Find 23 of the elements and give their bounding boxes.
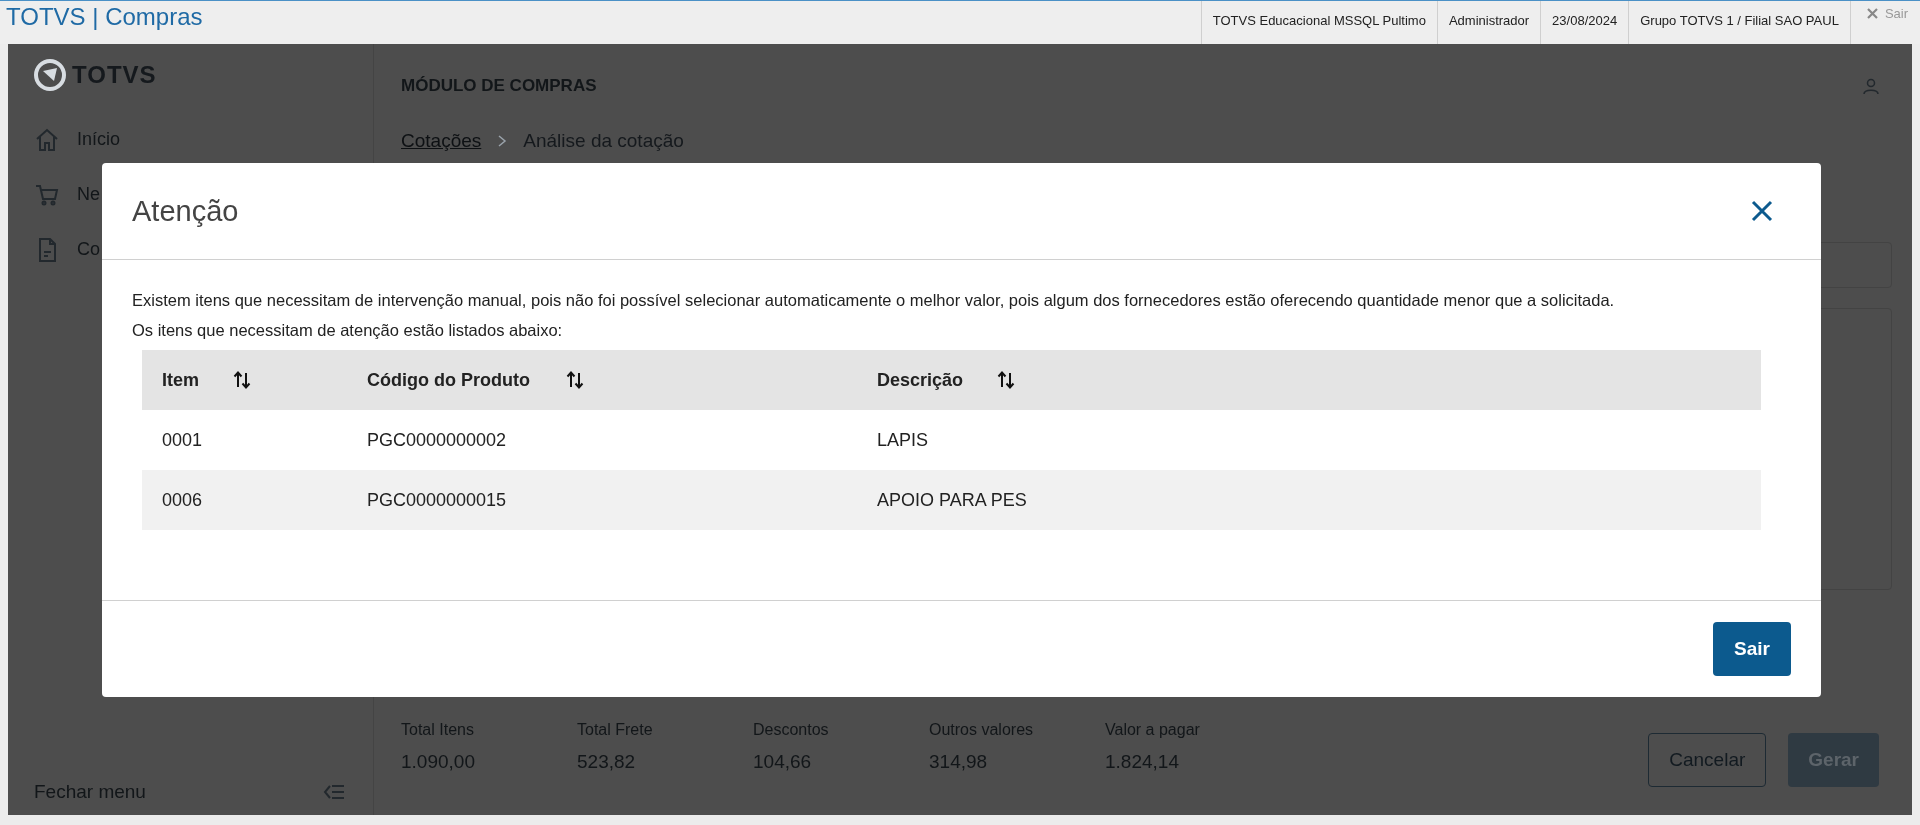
total-label: Descontos bbox=[753, 721, 830, 739]
module-title: MÓDULO DE COMPRAS bbox=[401, 76, 597, 96]
dialog-message: Os itens que necessitam de atenção estão listados abaixo: bbox=[132, 320, 564, 340]
total-value: 104,66 bbox=[753, 751, 813, 773]
total-value: 314,98 bbox=[929, 751, 989, 773]
app-title: TOTVS | Compras bbox=[5, 2, 204, 32]
total-value: 1.090,00 bbox=[401, 751, 476, 773]
table-cell: PGC0000000002 bbox=[347, 410, 857, 470]
table-cell: LAPIS bbox=[857, 410, 1761, 470]
dialog-title: Atenção bbox=[132, 194, 239, 228]
total-value: 523,82 bbox=[577, 751, 637, 773]
table-cell: PGC0000000015 bbox=[347, 470, 857, 530]
logo-text: TOTVS bbox=[72, 61, 157, 89]
total-value: 1.824,14 bbox=[1105, 751, 1180, 773]
table-cell: APOIO PARA PES bbox=[857, 470, 1761, 530]
total-label: Total Itens bbox=[401, 721, 475, 739]
total-label: Outros valores bbox=[929, 721, 1035, 739]
total-label: Total Frete bbox=[577, 721, 654, 739]
dialog-message: Existem itens que necessitam de intervenção manual, pois não foi possível selecionar automaticamente o melhor valor, pois algum dos fornecedores estão oferecendo quantidade menor que a solicitada. bbox=[132, 290, 1616, 310]
total-label: Valor a pagar bbox=[1105, 721, 1201, 739]
breadcrumb-current: Análise da cotação bbox=[523, 130, 684, 152]
table-cell: 0006 bbox=[142, 470, 347, 530]
table-cell: 0001 bbox=[142, 410, 347, 470]
